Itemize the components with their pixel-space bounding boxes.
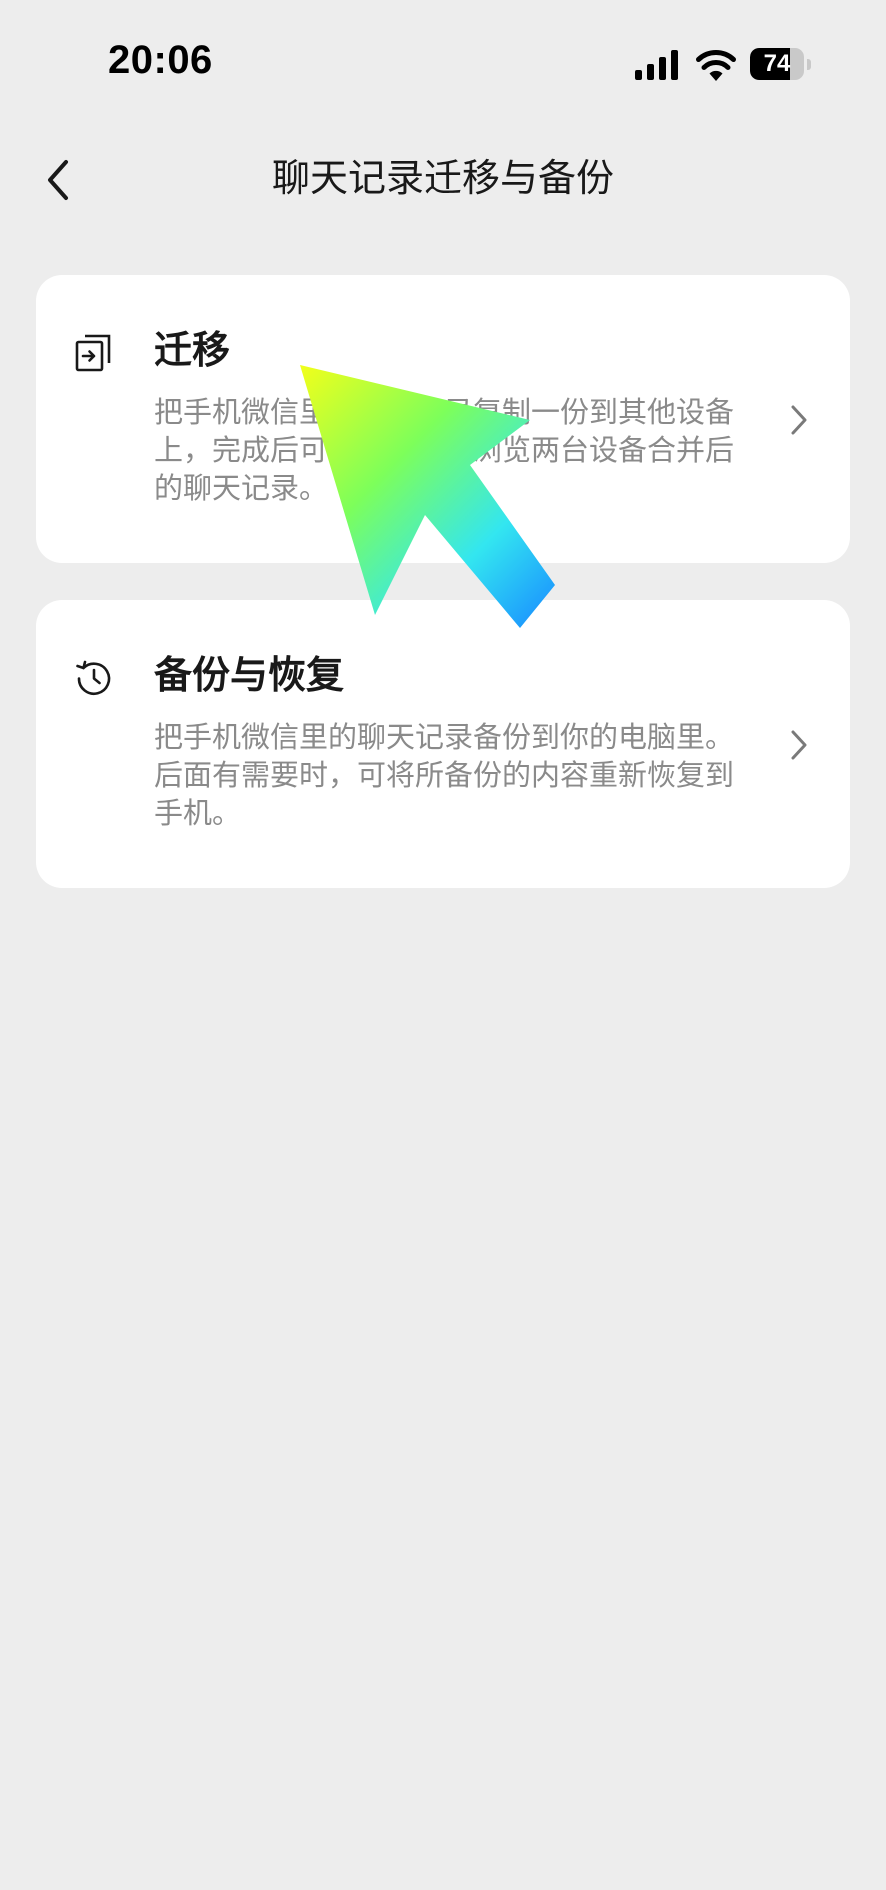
migrate-icon	[75, 334, 111, 372]
backup-description: 把手机微信里的聊天记录备份到你的电脑里。后面有需要时，可将所备份的内容重新恢复到…	[154, 720, 735, 830]
signal-icon	[635, 50, 678, 80]
battery-tip	[807, 59, 811, 70]
chevron-right-icon	[791, 730, 807, 760]
battery-level: 74	[763, 50, 791, 77]
backup-restore-card[interactable]: 备份与恢复 把手机微信里的聊天记录备份到你的电脑里。后面有需要时，可将所备份的内…	[36, 600, 850, 888]
battery-icon: 74	[750, 48, 812, 82]
migrate-title: 迁移	[154, 328, 231, 372]
nav-bar: 聊天记录迁移与备份	[0, 130, 886, 230]
battery-body: 74	[750, 48, 804, 80]
history-clock-icon	[76, 660, 111, 695]
backup-title: 备份与恢复	[154, 653, 345, 697]
status-time: 20:06	[108, 38, 213, 82]
status-bar: 20:06 74	[0, 0, 886, 130]
migrate-card[interactable]: 迁移 把手机微信里的聊天记录复制一份到其他设备上，完成后可在该设备上浏览两台设备…	[36, 275, 850, 563]
chevron-right-icon	[791, 405, 807, 435]
page-title: 聊天记录迁移与备份	[271, 156, 614, 200]
wifi-icon	[696, 50, 736, 81]
migrate-description: 把手机微信里的聊天记录复制一份到其他设备上，完成后可在该设备上浏览两台设备合并后…	[154, 395, 735, 505]
